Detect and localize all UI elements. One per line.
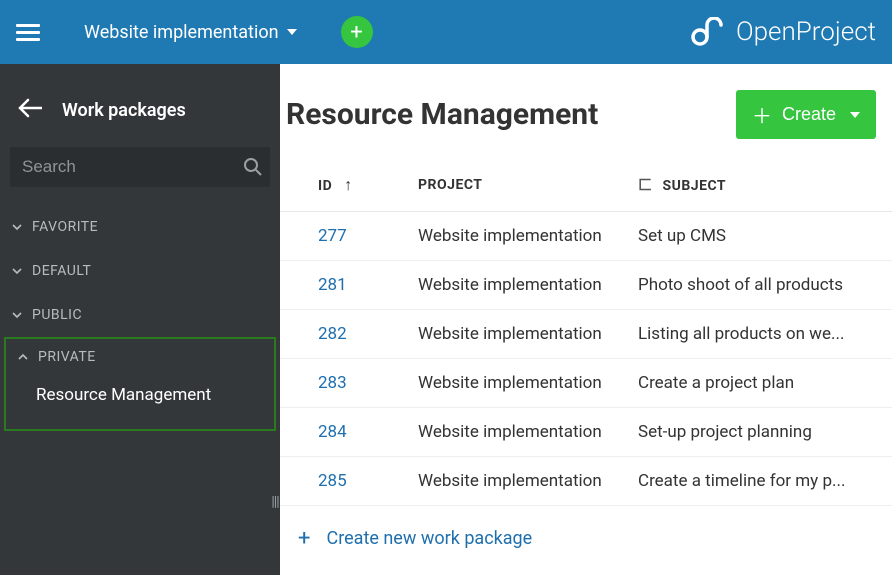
brand-logo: OpenProject [690,17,876,47]
cell-id: 285 [280,457,400,506]
cell-subject: Create a timeline for my p... [620,457,892,506]
chevron-up-icon [18,352,28,362]
cell-subject: Create a project plan [620,359,892,408]
sort-asc-icon: ↑ [344,175,353,194]
cell-id: 284 [280,408,400,457]
chevron-down-icon [287,29,297,35]
page-title: Resource Management [286,97,598,132]
brand-name: OpenProject [736,17,876,47]
header-label: PROJECT [418,177,482,193]
column-header-id[interactable]: ID ↑ [280,159,400,212]
cell-project: Website implementation [400,310,620,359]
table-row[interactable]: 283 Website implementationCreate a projec… [280,359,892,408]
search-box[interactable] [10,147,270,187]
sidebar: Work packages FAVORITE DEFAULT PUBLIC PR… [0,64,280,575]
cell-project: Website implementation [400,408,620,457]
sidebar-section-default[interactable]: DEFAULT [0,249,280,293]
main-header: Resource Management ＋ Create [280,80,892,159]
plus-icon: ＋ [752,100,772,129]
section-label: PRIVATE [38,349,96,365]
sidebar-header: Work packages [0,80,280,143]
cell-subject: Listing all products on we... [620,310,892,359]
cell-project: Website implementation [400,457,620,506]
header-label: SUBJECT [662,178,726,194]
table-row[interactable]: 284 Website implementationSet-up project … [280,408,892,457]
sidebar-title: Work packages [62,100,186,121]
sidebar-section-public[interactable]: PUBLIC [0,293,280,337]
plus-icon: + [350,20,362,45]
section-label: DEFAULT [32,263,91,279]
create-new-work-package[interactable]: + Create new work package [280,506,892,571]
work-package-id-link[interactable]: 285 [318,471,347,491]
table-row[interactable]: 277 Website implementationSet up CMS [280,212,892,261]
sidebar-section-favorite[interactable]: FAVORITE [0,205,280,249]
sidebar-section-private[interactable]: PRIVATE [6,339,274,375]
main-content: Resource Management ＋ Create ID ↑ PROJEC… [280,64,892,575]
cell-id: 282 [280,310,400,359]
openproject-icon [690,17,726,47]
column-header-subject[interactable]: ⼕ SUBJECT [620,159,892,212]
table-row[interactable]: 281 Website implementationPhoto shoot of … [280,261,892,310]
cell-subject: Photo shoot of all products [620,261,892,310]
chevron-down-icon [12,310,22,320]
section-label: FAVORITE [32,219,98,235]
table-row[interactable]: 285 Website implementationCreate a timeli… [280,457,892,506]
plus-icon: + [298,526,310,551]
work-package-table: ID ↑ PROJECT ⼕ SUBJECT 277 Website implem… [280,159,892,506]
cell-id: 277 [280,212,400,261]
menu-icon[interactable] [16,20,40,44]
back-arrow-icon[interactable] [18,98,42,123]
work-package-id-link[interactable]: 284 [318,422,347,442]
sidebar-private-highlight: PRIVATE Resource Management [4,337,276,431]
table-header-row: ID ↑ PROJECT ⼕ SUBJECT [280,159,892,212]
cell-id: 281 [280,261,400,310]
hierarchy-icon: ⼕ [638,178,653,194]
global-add-button[interactable]: + [341,16,373,48]
table-row[interactable]: 282 Website implementationListing all pro… [280,310,892,359]
sidebar-item-resource-management[interactable]: Resource Management [6,375,274,415]
cell-project: Website implementation [400,212,620,261]
project-name: Website implementation [84,22,279,43]
cell-subject: Set up CMS [620,212,892,261]
cell-project: Website implementation [400,261,620,310]
header-label: ID [318,178,332,194]
chevron-down-icon [850,112,860,118]
sidebar-item-label: Resource Management [36,385,211,405]
create-label: Create [782,104,836,125]
cell-project: Website implementation [400,359,620,408]
project-selector[interactable]: Website implementation [84,22,297,43]
search-input[interactable] [22,157,243,177]
cell-subject: Set-up project planning [620,408,892,457]
work-package-id-link[interactable]: 283 [318,373,347,393]
create-button[interactable]: ＋ Create [736,90,876,139]
create-new-label: Create new work package [326,528,532,549]
work-package-id-link[interactable]: 277 [318,226,347,246]
column-header-project[interactable]: PROJECT [400,159,620,212]
work-package-id-link[interactable]: 282 [318,324,347,344]
section-label: PUBLIC [32,307,82,323]
chevron-down-icon [12,266,22,276]
search-icon[interactable] [243,157,263,177]
top-bar: Website implementation + OpenProject [0,0,892,64]
work-package-id-link[interactable]: 281 [318,275,347,295]
cell-id: 283 [280,359,400,408]
chevron-down-icon [12,222,22,232]
